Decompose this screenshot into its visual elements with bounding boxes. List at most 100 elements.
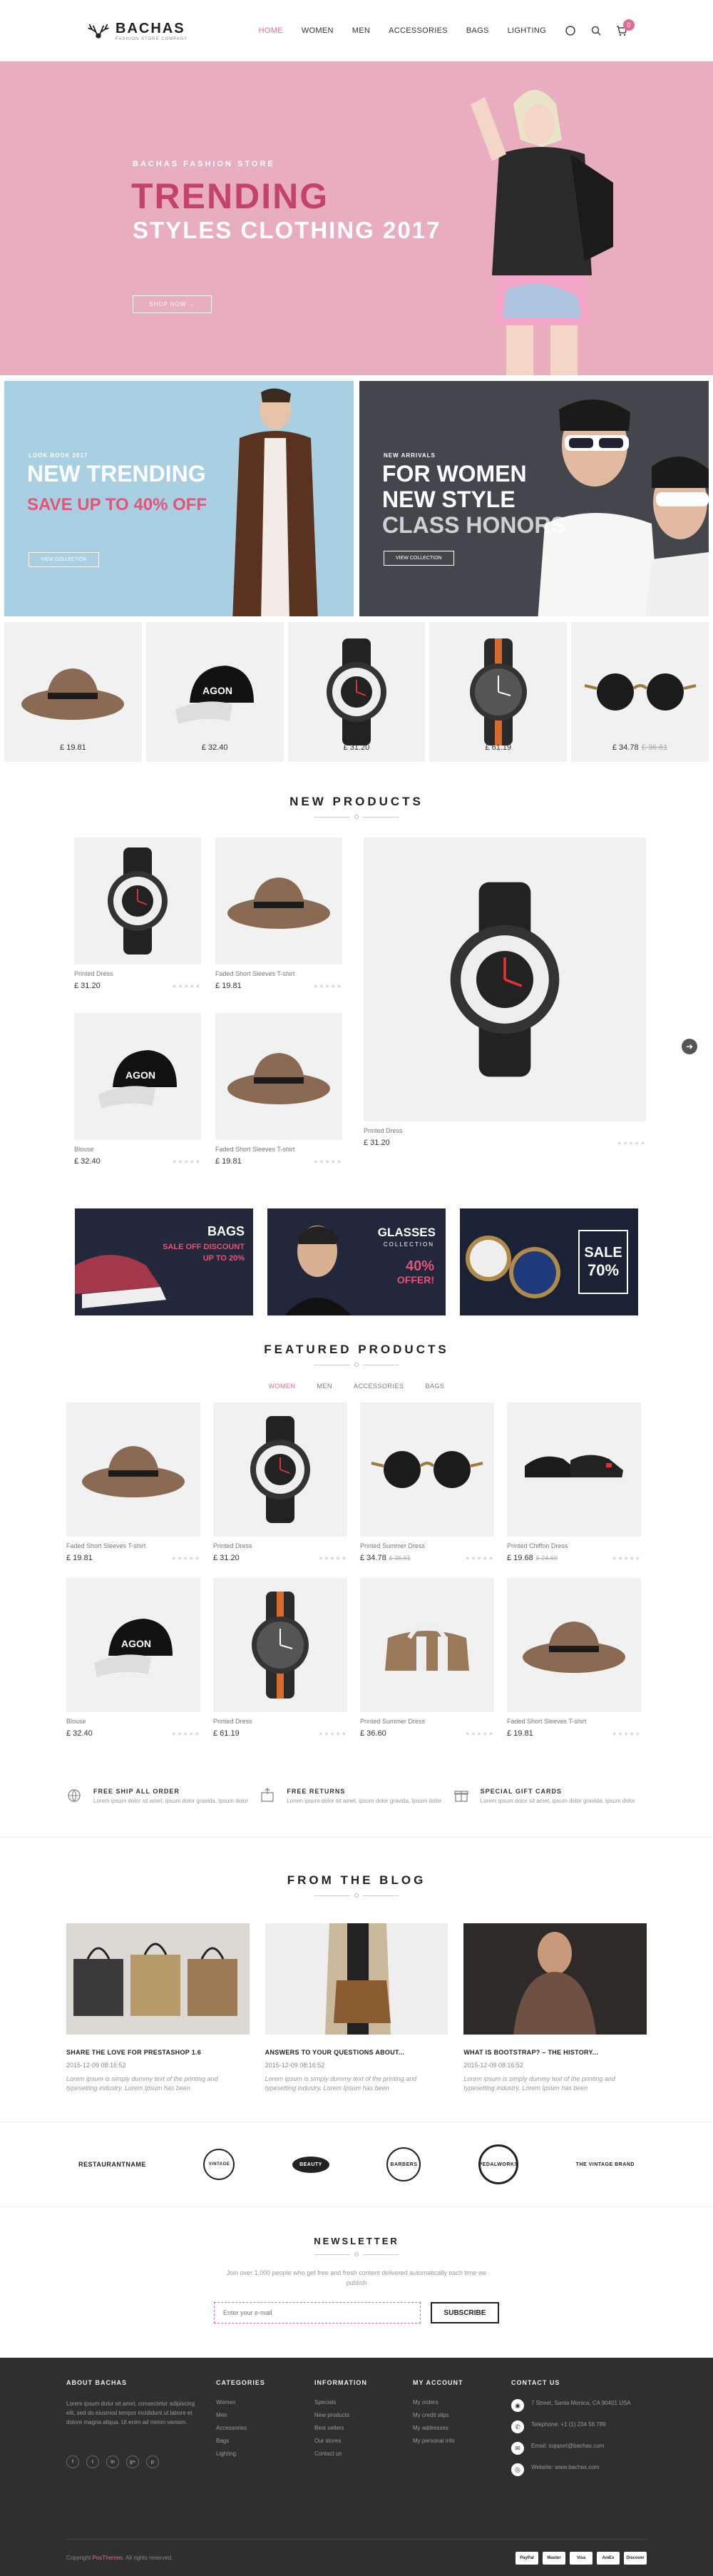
product-name[interactable]: Faded Short Sleeves T-shirt [215,1146,342,1153]
strip-product-cap[interactable]: AGON £ 32.40 [145,622,284,762]
blog-image[interactable] [265,1923,448,2035]
product-image[interactable] [215,1013,342,1140]
footer-link[interactable]: New products [314,2412,413,2418]
banner1-view-collection-button[interactable]: VIEW COLLECTION [29,552,99,567]
product-name[interactable]: Blouse [66,1718,200,1725]
product-name[interactable]: Faded Short Sleeves T-shirt [66,1542,200,1549]
strip-product-sunglasses[interactable]: £ 34.78 £ 36.61 [571,622,709,762]
brand-logo[interactable]: RESTAURANTNAME [78,2161,146,2168]
newsletter-email-input[interactable] [214,2302,421,2323]
product-name[interactable]: Printed Summer Dress [360,1718,494,1725]
product-name[interactable]: Printed Summer Dress [360,1542,494,1549]
brand-logo[interactable]: PEDALWORKS [478,2144,519,2184]
product-card[interactable]: Faded Short Sleeves T-shirt £ 19.81 ★★★★★ [66,1402,200,1562]
logo[interactable]: BACHAS FASHION STORE COMPANY [86,18,216,44]
footer-link[interactable]: Accessories [216,2425,314,2431]
promo-sale[interactable]: SALE 70% [460,1208,638,1315]
product-name[interactable]: Blouse [74,1146,201,1153]
footer-link[interactable]: Our stores [314,2438,413,2444]
nav-lighting[interactable]: LIGHTING [508,26,546,35]
product-image[interactable] [213,1402,347,1537]
contact-email[interactable]: Email: support@bachas.com [531,2442,604,2450]
pinterest-icon[interactable]: p [146,2455,159,2468]
product-image[interactable]: AGON [74,1013,201,1140]
product-name[interactable]: Faded Short Sleeves T-shirt [215,970,342,977]
footer-link[interactable]: My orders [413,2399,511,2406]
blog-image[interactable] [66,1923,250,2035]
brand-logo[interactable]: BEAUTY [292,2156,329,2173]
blog-post[interactable]: ANSWERS TO YOUR QUESTIONS ABOUT... 2015-… [265,1923,448,2093]
product-image[interactable] [215,838,342,964]
user-icon[interactable] [565,25,576,36]
product-card[interactable]: Printed Dress £ 61.19 ★★★★★ [213,1578,347,1738]
product-image[interactable] [360,1578,494,1712]
product-card-large[interactable]: Printed Dress £ 31.20 ★★★★★ [364,838,646,1147]
footer-link[interactable]: Men [216,2412,314,2418]
product-card[interactable]: Faded Short Sleeves T-shirt £ 19.81 ★★★★★ [215,838,342,990]
tab-bags[interactable]: BAGS [426,1383,445,1390]
nav-men[interactable]: MEN [352,26,370,35]
tab-men[interactable]: MEN [317,1383,332,1390]
footer-link[interactable]: Lighting [216,2450,314,2457]
product-image[interactable] [364,838,646,1121]
copyright-link[interactable]: PosThemes [92,2555,123,2561]
product-image[interactable] [507,1578,641,1712]
nav-home[interactable]: HOME [259,26,283,35]
footer-link[interactable]: Contact us [314,2450,413,2457]
footer-link[interactable]: Women [216,2399,314,2406]
strip-product-watch-orange[interactable]: £ 61.19 [429,622,568,762]
blog-post-title[interactable]: WHAT IS BOOTSTRAP? – THE HISTORY... [463,2049,647,2056]
product-card[interactable]: Printed Summer Dress £ 34.78 £ 36.61 ★★★★★ [360,1402,494,1562]
footer-link[interactable]: Best sellers [314,2425,413,2431]
product-image[interactable] [507,1402,641,1537]
footer-link[interactable]: My credit slips [413,2412,511,2418]
blog-image[interactable] [463,1923,647,2035]
subscribe-button[interactable]: SUBSCRIBE [431,2302,499,2323]
product-name[interactable]: Printed Dress [364,1127,646,1134]
product-name[interactable]: Faded Short Sleeves T-shirt [507,1718,641,1725]
scroll-arrow-button[interactable]: ➜ [682,1039,697,1054]
promo-glasses[interactable]: GLASSES COLLECTION 40% OFFER! [267,1208,446,1315]
blog-post[interactable]: WHAT IS BOOTSTRAP? – THE HISTORY... 2015… [463,1923,647,2093]
nav-accessories[interactable]: ACCESSORIES [389,26,448,35]
tab-accessories[interactable]: ACCESSORIES [354,1383,404,1390]
linkedin-icon[interactable]: in [106,2455,119,2468]
product-card[interactable]: Printed Dress £ 31.20 ★★★★★ [213,1402,347,1562]
product-image[interactable] [213,1578,347,1712]
banner-for-women[interactable]: NEW ARRIVALS FOR WOMEN NEW STYLE CLASS H… [359,381,709,616]
strip-product-hat[interactable]: £ 19.81 [4,622,142,762]
promo-bags[interactable]: BAGS SALE OFF DISCOUNT UP TO 20% [75,1208,253,1315]
cart-button[interactable]: 0 [616,19,635,36]
tab-women[interactable]: WOMEN [268,1383,295,1390]
product-name[interactable]: Printed Dress [213,1718,347,1725]
blog-post-title[interactable]: ANSWERS TO YOUR QUESTIONS ABOUT... [265,2049,448,2056]
footer-link[interactable]: Bags [216,2438,314,2444]
product-image[interactable]: AGON [66,1578,200,1712]
product-name[interactable]: Printed Dress [213,1542,347,1549]
search-icon[interactable] [590,25,602,36]
footer-link[interactable]: My personal info [413,2438,511,2444]
product-image[interactable] [360,1402,494,1537]
product-card[interactable]: Faded Short Sleeves T-shirt £ 19.81 ★★★★★ [507,1578,641,1738]
product-card[interactable]: AGON Blouse £ 32.40 ★★★★★ [66,1578,200,1738]
product-card[interactable]: AGON Blouse £ 32.40 ★★★★★ [74,1013,201,1166]
nav-women[interactable]: WOMEN [302,26,334,35]
blog-post[interactable]: SHARE THE LOVE FOR PRESTASHOP 1.6 2015-1… [66,1923,250,2093]
product-image[interactable] [74,838,201,964]
banner2-view-collection-button[interactable]: VIEW COLLECTION [384,551,454,566]
product-card[interactable]: Printed Dress £ 31.20 ★★★★★ [74,838,201,990]
product-card[interactable]: Faded Short Sleeves T-shirt £ 19.81 ★★★★★ [215,1013,342,1166]
product-image[interactable] [66,1402,200,1537]
brand-logo[interactable]: VINTAGE [203,2149,235,2180]
product-card[interactable]: Printed Summer Dress £ 36.60 ★★★★★ [360,1578,494,1738]
google-plus-icon[interactable]: g+ [126,2455,139,2468]
brand-logo[interactable]: BARBERS [386,2147,421,2182]
hero-shop-now-button[interactable]: SHOP NOW → [133,295,212,313]
footer-link[interactable]: My addresses [413,2425,511,2431]
product-name[interactable]: Printed Chiffon Dress [507,1542,641,1549]
contact-website[interactable]: Website: www.bachas.com [531,2463,599,2471]
blog-post-title[interactable]: SHARE THE LOVE FOR PRESTASHOP 1.6 [66,2049,250,2056]
brand-logo[interactable]: THE VINTAGE BRAND [576,2162,635,2167]
strip-product-watch-red[interactable]: £ 31.20 [287,622,426,762]
product-name[interactable]: Printed Dress [74,970,201,977]
